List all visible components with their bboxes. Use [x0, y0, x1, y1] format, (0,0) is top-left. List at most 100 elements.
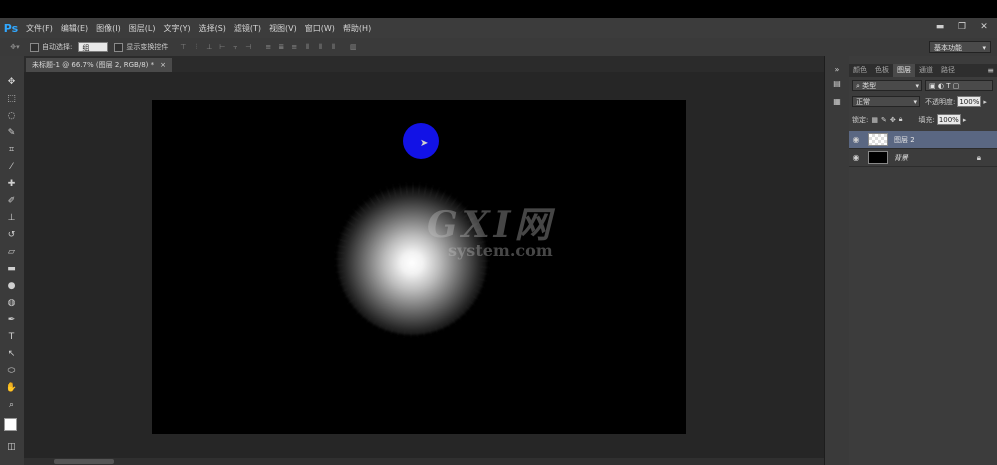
distribute-right-icon[interactable]: ⦀ — [328, 43, 338, 52]
document-tab[interactable]: 未标题-1 @ 66.7% (图层 2, RGB/8) * × — [26, 58, 172, 72]
crop-tool-icon[interactable]: ⌗ — [4, 144, 19, 157]
tab-close-icon[interactable]: × — [160, 58, 166, 72]
move-tool-icon[interactable]: ✥ — [4, 76, 19, 89]
dock-collapse-icon[interactable]: » — [830, 64, 844, 76]
marquee-tool-icon[interactable]: ⬚ — [4, 93, 19, 106]
layer-thumbnail — [868, 151, 888, 164]
auto-align-icon[interactable]: ▥ — [348, 43, 358, 52]
tab-channels[interactable]: 通道 — [915, 64, 937, 77]
blend-row: 正常 ▾ 不透明度: 100% ▸ — [849, 96, 997, 107]
kind-filter-dropdown[interactable]: ⌕ 类型 ▾ — [852, 80, 922, 91]
eraser-tool-icon[interactable]: ▱ — [4, 246, 19, 259]
properties-panel-icon[interactable]: ▦ — [830, 96, 844, 108]
visibility-eye-icon[interactable]: ◉ — [849, 135, 863, 144]
hand-tool-icon[interactable]: ✋ — [4, 382, 19, 395]
opacity-input[interactable]: 100% — [957, 96, 982, 107]
filter-adjust-icon[interactable]: ◐ — [938, 82, 944, 90]
align-right-icon[interactable]: ⊣ — [243, 43, 253, 52]
zoom-tool-icon[interactable]: ⌕ — [4, 399, 19, 412]
visibility-eye-icon[interactable]: ◉ — [849, 153, 863, 162]
blur-tool-icon[interactable]: ● — [4, 280, 19, 293]
filter-icons: ▣ ◐ T ▢ — [925, 80, 993, 91]
auto-select-checkbox[interactable] — [30, 42, 39, 52]
fill-slider-icon[interactable]: ▸ — [963, 116, 967, 124]
filter-type-icon[interactable]: T — [946, 82, 950, 90]
layer-row-background[interactable]: ◉ 背景 🔒︎ — [849, 149, 997, 167]
menu-image[interactable]: 图像(I) — [92, 23, 125, 34]
menu-help[interactable]: 帮助(H) — [339, 23, 375, 34]
fill-input[interactable]: 100% — [936, 114, 961, 125]
auto-select-dropdown[interactable]: 组 — [78, 42, 109, 52]
dodge-tool-icon[interactable]: ◍ — [4, 297, 19, 310]
align-bottom-icon[interactable]: ⊥ — [204, 43, 214, 52]
align-top-icon[interactable]: ⊤ — [178, 43, 188, 52]
blend-mode-label: 正常 — [856, 98, 870, 106]
chevron-down-icon: ▾ — [913, 98, 917, 106]
layer-name[interactable]: 图层 2 — [894, 135, 915, 145]
filter-shape-icon[interactable]: ▢ — [953, 82, 960, 90]
menu-filter[interactable]: 滤镜(T) — [230, 23, 265, 34]
clone-stamp-tool-icon[interactable]: ⊥ — [4, 212, 19, 225]
lock-icon: 🔒︎ — [976, 152, 981, 162]
minimize-button[interactable]: ▬ — [933, 21, 947, 33]
lock-pixels-icon[interactable]: ✎ — [881, 116, 887, 124]
distribute-bottom-icon[interactable]: ≡ — [289, 43, 299, 52]
show-transform-checkbox[interactable] — [114, 42, 124, 52]
foreground-color-swatch[interactable] — [4, 418, 17, 431]
distribute-left-icon[interactable]: ⦀ — [302, 43, 312, 52]
align-left-icon[interactable]: ⊢ — [217, 43, 227, 52]
menu-type[interactable]: 文字(Y) — [159, 23, 194, 34]
lock-transparent-icon[interactable]: ▦ — [871, 116, 878, 124]
shape-tool-icon[interactable]: ⬭ — [4, 365, 19, 378]
pen-tool-icon[interactable]: ✒ — [4, 314, 19, 327]
gradient-tool-icon[interactable]: ▬ — [4, 263, 19, 276]
path-select-tool-icon[interactable]: ↖ — [4, 348, 19, 361]
panel-tabs: 颜色 色板 图层 通道 路径 — [849, 64, 997, 77]
brush-tool-icon[interactable]: ✐ — [4, 195, 19, 208]
filter-pixel-icon[interactable]: ▣ — [929, 82, 936, 90]
workspace-label: 基本功能 — [934, 44, 962, 52]
lock-label: 锁定: — [852, 115, 869, 124]
opacity-label: 不透明度: — [925, 97, 956, 106]
menu-edit[interactable]: 编辑(E) — [57, 23, 92, 34]
tab-paths[interactable]: 路径 — [937, 64, 959, 77]
close-button[interactable]: ✕ — [977, 21, 991, 33]
distribute-hcenter-icon[interactable]: ⦀ — [315, 43, 325, 52]
menu-select[interactable]: 选择(S) — [195, 23, 230, 34]
document-canvas[interactable]: ➤ — [152, 100, 686, 434]
menu-view[interactable]: 视图(V) — [265, 23, 301, 34]
history-brush-tool-icon[interactable]: ↺ — [4, 229, 19, 242]
quick-mask-icon[interactable]: ◫ — [4, 441, 19, 454]
distribute-top-icon[interactable]: ≡ — [263, 43, 273, 52]
align-vcenter-icon[interactable]: ⫶ — [191, 43, 201, 52]
panel-menu-icon[interactable]: ≡ — [987, 64, 994, 77]
layer-name[interactable]: 背景 — [894, 153, 908, 163]
type-tool-icon[interactable]: T — [4, 331, 19, 344]
search-icon: ⌕ — [856, 82, 860, 90]
menu-window[interactable]: 窗口(W) — [301, 23, 339, 34]
tab-layers[interactable]: 图层 — [893, 64, 915, 77]
layer-row-layer2[interactable]: ◉ 图层 2 — [849, 131, 997, 149]
document-tab-label: 未标题-1 @ 66.7% (图层 2, RGB/8) * — [32, 61, 155, 69]
tab-swatches[interactable]: 色板 — [871, 64, 893, 77]
horizontal-scrollbar[interactable] — [24, 458, 824, 465]
quick-select-tool-icon[interactable]: ✎ — [4, 127, 19, 140]
menu-file[interactable]: 文件(F) — [22, 23, 57, 34]
align-hcenter-icon[interactable]: ⫟ — [230, 43, 240, 52]
healing-brush-tool-icon[interactable]: ✚ — [4, 178, 19, 191]
lasso-tool-icon[interactable]: ◌ — [4, 110, 19, 123]
menu-layer[interactable]: 图层(L) — [125, 23, 160, 34]
eyedropper-tool-icon[interactable]: ⁄ — [4, 161, 19, 174]
opacity-slider-icon[interactable]: ▸ — [983, 98, 987, 106]
blend-mode-dropdown[interactable]: 正常 ▾ — [852, 96, 920, 107]
lock-position-icon[interactable]: ✥ — [890, 116, 896, 124]
move-tool-preset-icon[interactable]: ✥▾ — [6, 43, 24, 52]
history-panel-icon[interactable]: ▤ — [830, 78, 844, 90]
restore-button[interactable]: ❐ — [955, 21, 969, 33]
lock-all-icon[interactable]: 🔒︎ — [899, 115, 903, 124]
watermark-domain: system.com — [448, 241, 553, 260]
workspace-dropdown[interactable]: 基本功能 ▾ — [929, 41, 991, 53]
scrollbar-thumb[interactable] — [54, 459, 114, 464]
distribute-vcenter-icon[interactable]: ≣ — [276, 43, 286, 52]
tab-color[interactable]: 颜色 — [849, 64, 871, 77]
